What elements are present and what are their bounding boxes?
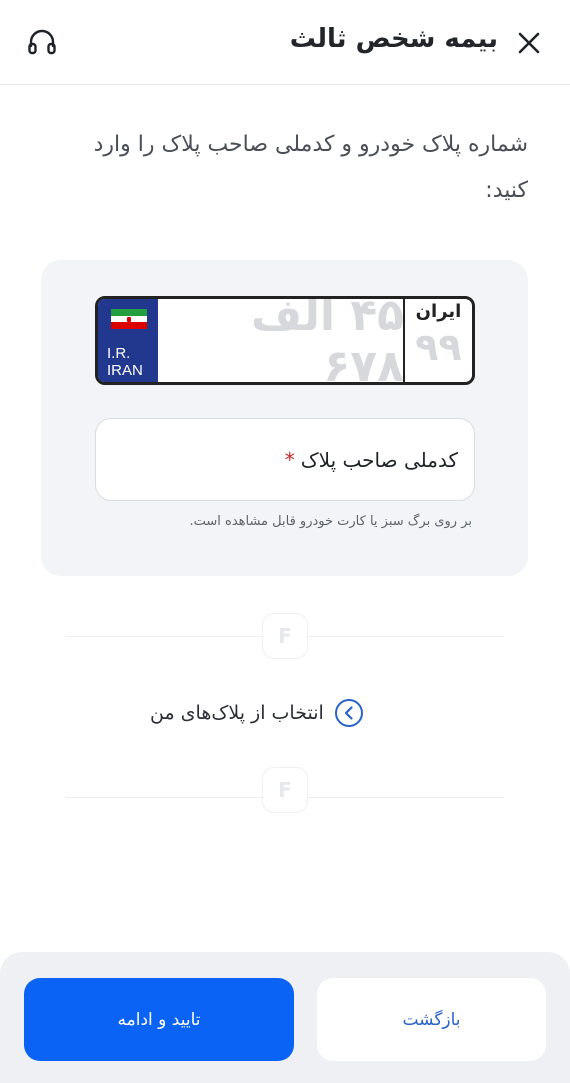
plate-country-strip: I.R. IRAN: [98, 299, 158, 382]
logo-icon: F: [262, 613, 308, 659]
back-button[interactable]: بازگشت: [317, 978, 546, 1061]
close-icon[interactable]: [516, 30, 542, 56]
plate-number-placeholder[interactable]: ۴۵ الف ۶۷۸: [158, 299, 404, 382]
instruction-text: شماره پلاک خودرو و کدملی صاحب پلاک را وا…: [93, 132, 528, 203]
plate-region[interactable]: ایران ۹۹: [403, 299, 472, 382]
plate-country-code: I.R. IRAN: [107, 345, 143, 379]
plate-region-label: ایران: [415, 301, 462, 322]
pick-from-my-plates[interactable]: انتخاب از پلاک‌های من: [150, 695, 420, 731]
pick-from-my-plates-label: انتخاب از پلاک‌های من: [150, 702, 324, 724]
national-id-hint: بر روی برگ سبز یا کارت خودرو قابل مشاهده…: [189, 514, 472, 529]
logo-icon: F: [262, 767, 308, 813]
headset-icon[interactable]: [26, 27, 58, 59]
national-id-label: کدملی صاحب پلاک: [300, 447, 458, 472]
license-plate-input[interactable]: I.R. IRAN ۴۵ الف ۶۷۸ ایران ۹۹: [95, 296, 475, 385]
confirm-continue-button[interactable]: تایید و ادامه: [24, 978, 294, 1061]
page-title: بیمه شخص ثالث: [289, 24, 498, 54]
plate-form-card: I.R. IRAN ۴۵ الف ۶۷۸ ایران ۹۹ کدملی صاحب…: [41, 260, 528, 576]
national-id-field[interactable]: کدملی صاحب پلاک *: [95, 418, 475, 501]
action-footer: بازگشت تایید و ادامه: [0, 952, 570, 1083]
iran-flag-icon: [111, 309, 147, 329]
chevron-left-circle-icon: [334, 699, 363, 727]
required-mark: *: [284, 447, 295, 472]
plate-region-placeholder: ۹۹: [415, 325, 462, 369]
app-header: بیمه شخص ثالث: [0, 0, 570, 85]
